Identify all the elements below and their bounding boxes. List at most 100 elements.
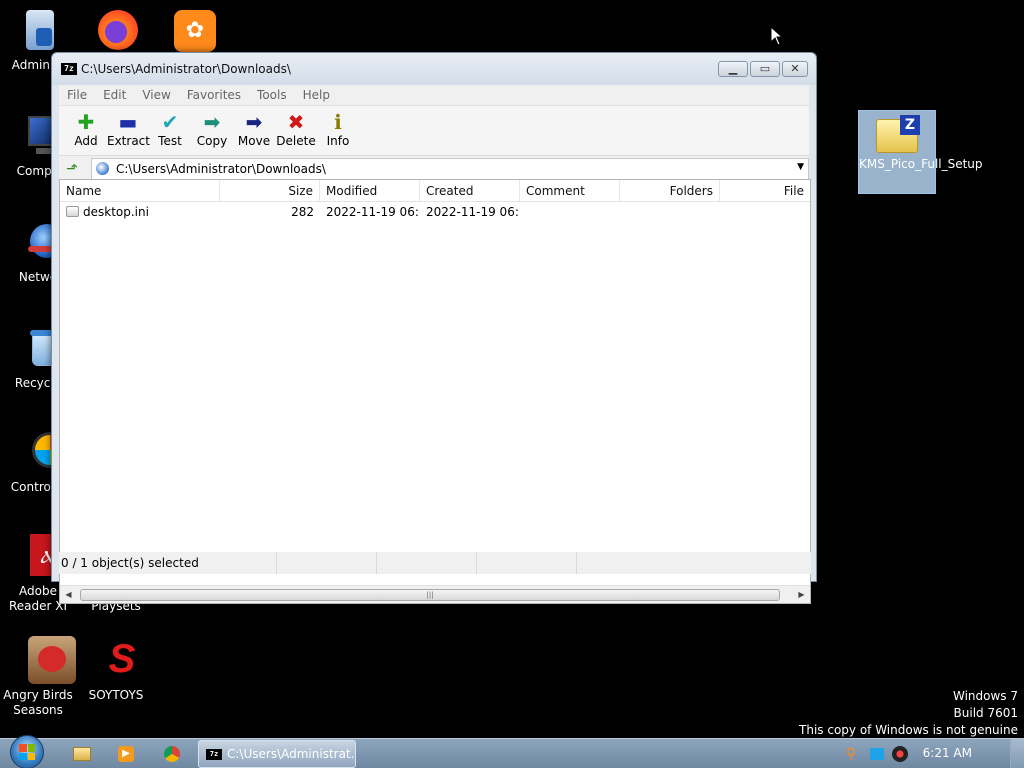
watermark-genuine: This copy of Windows is not genuine <box>799 723 1018 737</box>
address-bar: ⬏ C:\Users\Administrator\Downloads\ ▼ <box>59 155 809 181</box>
copy-arrow-icon: ➡ <box>203 110 221 134</box>
media-player-icon: ▶ <box>118 746 134 762</box>
location-icon <box>96 162 109 175</box>
move-button-label: Move <box>237 134 271 148</box>
mouse-cursor-icon <box>770 26 784 46</box>
file-manager-window: 7z C:\Users\Administrator\Downloads\ ▁ ▭… <box>51 52 817 604</box>
folder-icon <box>73 747 91 761</box>
file-name: desktop.ini <box>83 205 149 219</box>
delete-button[interactable]: ✖ Delete <box>275 106 317 154</box>
move-button[interactable]: ➡ Move <box>233 106 275 154</box>
desktop-icon-angry-birds[interactable]: Angry Birds Seasons <box>0 636 76 718</box>
delete-button-label: Delete <box>276 134 316 148</box>
search-icon[interactable]: ⚲ <box>846 746 862 762</box>
table-row[interactable]: desktop.ini 282 2022-11-19 06:19 2022-11… <box>60 202 810 222</box>
menu-bar: File Edit View Favorites Tools Help <box>59 85 809 105</box>
zip-folder-icon: Z <box>874 115 920 155</box>
soytoys-icon: S <box>108 637 136 681</box>
column-comment[interactable]: Comment <box>520 180 620 202</box>
chevron-down-icon[interactable]: ▼ <box>797 162 804 172</box>
minimize-button[interactable]: ▁ <box>718 61 748 77</box>
desktop-icon-firefox[interactable] <box>78 6 154 58</box>
window-title: C:\Users\Administrator\Downloads\ <box>81 62 291 76</box>
close-icon: ✕ <box>790 62 800 75</box>
add-button[interactable]: ✚ Add <box>65 106 107 154</box>
info-button[interactable]: ℹ Info <box>317 106 359 154</box>
desktop-icon-kms-pico-setup[interactable]: Z KMS_Pico_Full_Setup <box>858 110 983 194</box>
start-button[interactable] <box>10 735 44 768</box>
extract-button[interactable]: ▬ Extract <box>107 106 150 154</box>
horizontal-scrollbar[interactable]: ◀ ||| ▶ <box>60 585 810 603</box>
plus-icon: ✚ <box>77 110 95 134</box>
file-created: 2022-11-19 06:19 <box>426 205 520 219</box>
status-cell-3 <box>377 552 477 574</box>
file-list[interactable]: Name Size Modified Created Comment Folde… <box>59 179 811 604</box>
file-list-header: Name Size Modified Created Comment Folde… <box>60 180 810 202</box>
menu-tools[interactable]: Tools <box>257 88 287 102</box>
taskbar: ▶ 7z C:\Users\Administrat... ⚲ 6:21 AM <box>0 735 1024 768</box>
system-tray: ⚲ 6:21 AM <box>844 739 1024 768</box>
action-center-icon[interactable] <box>870 748 884 760</box>
address-field[interactable]: C:\Users\Administrator\Downloads\ ▼ <box>91 158 809 180</box>
desktop-icon-soytoys[interactable]: S SOYTOYS <box>78 636 154 703</box>
column-name[interactable]: Name <box>60 180 220 202</box>
status-selection: 0 / 1 object(s) selected <box>59 552 277 574</box>
status-cell-4 <box>477 552 577 574</box>
column-modified[interactable]: Modified <box>320 180 420 202</box>
sevenzip-app-icon: 7z <box>206 749 222 760</box>
info-button-label: Info <box>326 134 350 148</box>
scroll-right-icon[interactable]: ▶ <box>793 586 810 603</box>
volume-icon[interactable] <box>892 746 908 762</box>
menu-favorites[interactable]: Favorites <box>187 88 241 102</box>
column-folders[interactable]: Folders <box>620 180 720 202</box>
status-cell-2 <box>277 552 377 574</box>
chrome-icon <box>164 746 180 762</box>
file-size: 282 <box>291 205 314 219</box>
up-folder-icon: ⬏ <box>66 161 78 177</box>
close-button[interactable]: ✕ <box>782 61 808 77</box>
column-created[interactable]: Created <box>420 180 520 202</box>
check-icon: ✔ <box>161 110 179 134</box>
desktop-icon-uc-browser[interactable]: ✿ <box>156 6 232 58</box>
watermark-os: Windows 7 <box>952 689 1018 703</box>
maximize-icon: ▭ <box>759 62 771 75</box>
menu-file[interactable]: File <box>67 88 87 102</box>
desktop-icon-label: KMS_Pico_Full_Setup <box>859 157 983 171</box>
angry-birds-icon <box>14 636 76 684</box>
taskbar-explorer-button[interactable] <box>62 741 102 767</box>
desktop-icon-label: Angry Birds Seasons <box>3 688 73 717</box>
copy-button[interactable]: ➡ Copy <box>191 106 233 154</box>
clock[interactable]: 6:21 AM <box>923 746 972 760</box>
scroll-left-icon[interactable]: ◀ <box>60 586 77 603</box>
show-desktop-button[interactable] <box>1010 739 1024 768</box>
extract-button-label: Extract <box>107 134 150 148</box>
taskbar-chrome-button[interactable] <box>152 741 192 767</box>
taskbar-task-7zip[interactable]: 7z C:\Users\Administrat... <box>198 740 356 768</box>
column-size[interactable]: Size <box>220 180 320 202</box>
scrollbar-thumb[interactable]: ||| <box>80 589 780 601</box>
menu-help[interactable]: Help <box>303 88 330 102</box>
uc-browser-icon: ✿ <box>170 6 218 54</box>
test-button[interactable]: ✔ Test <box>149 106 191 154</box>
delete-x-icon: ✖ <box>287 110 305 134</box>
column-files[interactable]: File <box>720 180 810 202</box>
minus-icon: ▬ <box>118 110 138 134</box>
test-button-label: Test <box>158 134 182 148</box>
grip-icon: ||| <box>426 591 434 599</box>
add-button-label: Add <box>74 134 98 148</box>
address-path: C:\Users\Administrator\Downloads\ <box>116 162 326 176</box>
maximize-button[interactable]: ▭ <box>750 61 780 77</box>
sevenzip-app-icon: 7z <box>61 63 77 75</box>
file-modified: 2022-11-19 06:19 <box>326 205 420 219</box>
status-bar: 0 / 1 object(s) selected <box>59 552 811 574</box>
taskbar-media-player-button[interactable]: ▶ <box>106 741 146 767</box>
windows-watermark: Windows 7 Build 7601 This copy of Window… <box>799 688 1018 739</box>
taskbar-task-label: C:\Users\Administrat... <box>227 747 356 761</box>
move-arrow-icon: ➡ <box>245 110 263 134</box>
menu-view[interactable]: View <box>142 88 170 102</box>
menu-edit[interactable]: Edit <box>103 88 126 102</box>
info-icon: ℹ <box>334 110 342 134</box>
up-folder-button[interactable]: ⬏ <box>63 160 81 178</box>
window-titlebar[interactable]: 7z C:\Users\Administrator\Downloads\ ▁ ▭… <box>52 53 816 85</box>
toolbar: ✚ Add ▬ Extract ✔ Test ➡ Copy ➡ Move ✖ D… <box>59 105 809 155</box>
